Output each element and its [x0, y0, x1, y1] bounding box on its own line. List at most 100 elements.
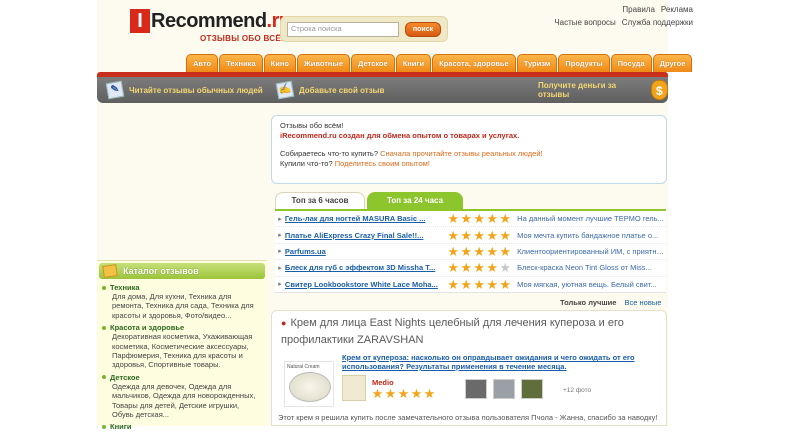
- top-item-name[interactable]: Свитер Lookbookstore White Lace Moha...: [285, 280, 444, 289]
- top-item-name[interactable]: Платье AliExpress Crazy Final Sale!!...: [285, 231, 444, 240]
- add-review-item: ✍ Добавьте свой отзыв: [275, 77, 384, 103]
- bullet-icon: [102, 325, 106, 330]
- catalog-subcategories[interactable]: Декоративная косметика, Ухаживающая косм…: [102, 332, 262, 370]
- rating-stars: ★ ★ ★ ★ ★: [447, 278, 513, 291]
- star-icon: ★: [486, 211, 499, 227]
- star-icon: ★: [486, 227, 499, 243]
- product-image[interactable]: Natural Cream: [284, 361, 334, 407]
- top-list: ▸ Гель-лак для ногтей MASURA Basic ... ★…: [275, 209, 666, 293]
- top-item-desc[interactable]: Моя мягкая, уютная вещь. Белый свит...: [517, 280, 666, 289]
- review-title-text[interactable]: Крем для лица East Nights целебный для л…: [281, 317, 624, 346]
- nav-tab-food[interactable]: Продукты: [558, 54, 610, 72]
- star-empty-icon: ★: [499, 260, 512, 276]
- review-photos: [465, 379, 543, 399]
- photo-thumbnail[interactable]: [493, 379, 515, 399]
- more-photos-count[interactable]: +12 фото: [563, 387, 591, 394]
- tab-top-6h[interactable]: Топ за 6 часов: [275, 192, 365, 209]
- catalog-list: Техника Для дома, Для кухни, Техника для…: [102, 283, 262, 434]
- table-row: ▸ Платье AliExpress Crazy Final Sale!!..…: [275, 227, 666, 244]
- catalog-category-label[interactable]: Техника: [110, 283, 140, 292]
- bullet-icon: [102, 285, 106, 290]
- nav-tab-tourism[interactable]: Туризм: [516, 54, 558, 72]
- top-item-name[interactable]: Блеск для губ с эффектом 3D Missha T...: [285, 263, 444, 272]
- read-reviews-link[interactable]: Читайте отзывы обычных людей: [129, 86, 263, 95]
- nav-tab-beauty[interactable]: Красота, здоровье: [432, 54, 516, 72]
- nav-tab-tech[interactable]: Техника: [219, 54, 263, 72]
- review-rating: ★ ★ ★ ★ ★: [371, 387, 436, 400]
- welcome-box: Отзывы обо всём! iRecommend.ru создан дл…: [271, 115, 667, 184]
- table-row: ▸ Parfums.ua ★ ★ ★ ★ ★ Клиентоориентированны…: [275, 244, 666, 261]
- star-icon: ★: [486, 260, 499, 276]
- star-icon: ★: [473, 243, 486, 259]
- cream-jar-image: [289, 372, 331, 402]
- list-item: Книги: [102, 422, 262, 431]
- nav-tab-animals[interactable]: Животные: [296, 54, 351, 72]
- bullet-icon: ●: [281, 318, 287, 328]
- faq-link[interactable]: Частые вопросы: [554, 18, 615, 27]
- catalog-category-label[interactable]: Красота и здоровье: [110, 323, 184, 332]
- top-item-desc[interactable]: Клиентоориентированный ИМ, с приятны...: [517, 247, 666, 256]
- nav-tab-books[interactable]: Книги: [395, 54, 432, 72]
- earn-money-link[interactable]: Получите деньги за отзывы: [538, 81, 646, 99]
- table-row: ▸ Свитер Lookbookstore White Lace Moha..…: [275, 277, 666, 293]
- table-row: ▸ Гель-лак для ногтей MASURA Basic ... ★…: [275, 211, 666, 228]
- star-icon: ★: [447, 260, 460, 276]
- top-item-name[interactable]: Гель-лак для ногтей MASURA Basic ...: [285, 214, 444, 223]
- nav-tab-movies[interactable]: Кино: [263, 54, 296, 72]
- logo-i-mark: I: [130, 9, 150, 33]
- site-logo[interactable]: I Recommend.ru: [130, 8, 291, 34]
- search-button[interactable]: поиск: [405, 22, 441, 37]
- list-item: Техника Для дома, Для кухни, Техника для…: [102, 283, 262, 320]
- welcome-share-line: Купили что-то? Поделитесь своим опытом!: [280, 159, 658, 169]
- sort-best[interactable]: Только лучшие: [560, 298, 616, 307]
- sort-links: Только лучшие Все новые: [560, 298, 661, 307]
- rules-link[interactable]: Правила: [622, 5, 654, 14]
- catalog-category-label[interactable]: Книги: [110, 422, 131, 431]
- star-icon: ★: [499, 211, 512, 227]
- catalog-subcategories[interactable]: Одежда для девочек, Одежда для мальчиков…: [102, 382, 262, 420]
- money-bag-icon: $: [650, 80, 668, 100]
- category-nav: Авто Техника Кино Животные Детское Книги…: [186, 54, 693, 72]
- photo-thumbnail[interactable]: [465, 379, 487, 399]
- star-icon: ★: [499, 276, 512, 292]
- catalog-subcategories[interactable]: Для дома, Для кухни, Техника для ремонта…: [102, 292, 262, 320]
- top-item-name[interactable]: Parfums.ua: [285, 247, 444, 256]
- add-review-link[interactable]: Добавьте свой отзыв: [299, 86, 384, 95]
- logo-text: Recommend.ru: [151, 10, 291, 33]
- read-first-link[interactable]: Сначала прочитайте отзывы реальных людей…: [380, 149, 542, 158]
- bought-question: Купили что-то?: [280, 159, 333, 168]
- star-icon: ★: [397, 386, 410, 401]
- support-link[interactable]: Служба поддержки: [622, 18, 693, 27]
- sort-all-new[interactable]: Все новые: [625, 298, 662, 307]
- catalog-category[interactable]: Техника: [102, 283, 262, 292]
- nav-tab-auto[interactable]: Авто: [186, 54, 219, 72]
- rating-stars: ★ ★ ★ ★ ★: [447, 261, 513, 274]
- search-input[interactable]: Строка поиска: [287, 22, 399, 37]
- ads-link[interactable]: Реклама: [661, 5, 693, 14]
- action-band: ✎ Читайте отзывы обычных людей ✍ Добавьт…: [97, 77, 668, 103]
- nav-tab-kids[interactable]: Детское: [351, 54, 395, 72]
- review-title[interactable]: ● Крем для лица East Nights целебный для …: [281, 315, 661, 349]
- review-headline[interactable]: Крем от купероза: насколько он оправдыва…: [342, 353, 642, 371]
- catalog-category[interactable]: Красота и здоровье: [102, 323, 262, 332]
- top-item-desc[interactable]: Моя мечта купить бандажное платье о...: [517, 231, 666, 240]
- top-item-desc[interactable]: Блеск-краска Neon Tint Gloss от Miss...: [517, 263, 666, 272]
- left-gutter: [0, 0, 97, 426]
- nav-tab-other[interactable]: Другое: [652, 54, 693, 72]
- earn-money-item: Получите деньги за отзывы $: [538, 77, 668, 103]
- rating-stars: ★ ★ ★ ★ ★: [447, 245, 513, 258]
- catalog-category-label[interactable]: Детское: [110, 373, 140, 382]
- catalog-category[interactable]: Детское: [102, 373, 262, 382]
- tab-top-24h[interactable]: Топ за 24 часа: [367, 192, 463, 209]
- pencil-icon: ✍: [275, 80, 295, 100]
- avatar[interactable]: [342, 375, 366, 401]
- top-item-desc[interactable]: На данный момент лучшие ТЕРМО гель...: [517, 214, 666, 223]
- table-row: ▸ Блеск для губ с эффектом 3D Missha T..…: [275, 260, 666, 277]
- catalog-title: Каталог отзывов: [123, 266, 199, 276]
- photo-thumbnail[interactable]: [521, 379, 543, 399]
- star-icon: ★: [460, 211, 473, 227]
- nav-tab-dishes[interactable]: Посуда: [610, 54, 652, 72]
- catalog-category[interactable]: Книги: [102, 422, 262, 431]
- share-experience-link[interactable]: Поделитесь своим опытом!: [335, 159, 430, 168]
- bullet-icon: [102, 375, 106, 380]
